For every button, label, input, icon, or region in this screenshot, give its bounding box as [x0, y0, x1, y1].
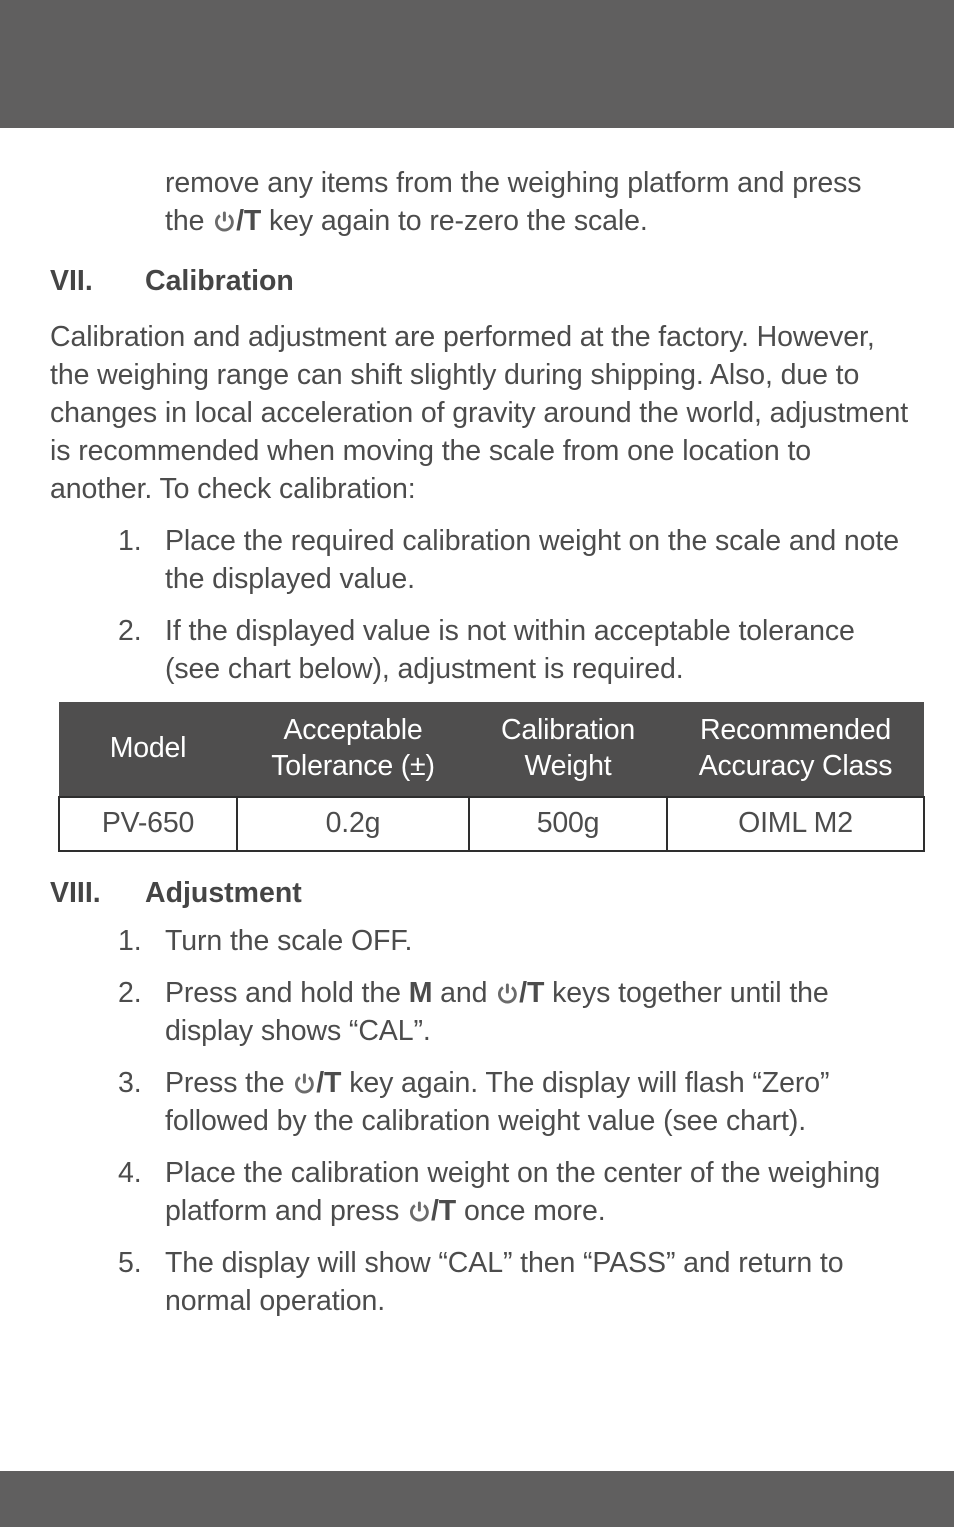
list-item-text: Place the calibration weight on the cent… — [165, 1154, 899, 1230]
table-cell-tolerance: 0.2g — [236, 796, 470, 852]
power-icon — [213, 210, 236, 233]
key-label: /T — [316, 1067, 342, 1099]
list-item: 5. The display will show “CAL” then “PASS… — [0, 1244, 899, 1320]
key-label: M — [408, 977, 433, 1009]
text-run: once more. — [456, 1195, 606, 1227]
list-item-text: Press the /T key again. The display will… — [165, 1064, 899, 1140]
text-run: Turn the scale OFF. — [165, 925, 413, 957]
table-cell-accuracy-class: OIML M2 — [666, 796, 925, 852]
continued-line-1: remove any items from the weighing platf… — [165, 167, 785, 199]
continued-line-2-after: key again to re-zero the scale. — [261, 205, 648, 237]
list-item-text: Turn the scale OFF. — [165, 922, 899, 960]
header-line-1: Acceptable — [283, 714, 423, 746]
text-run: Press and hold the — [165, 977, 409, 1009]
adjustment-steps-list: 1. Turn the scale OFF. 2. Press and hold th… — [0, 912, 954, 1320]
power-icon — [496, 982, 519, 1005]
table-header-cell-tolerance: Acceptable Tolerance (±) — [237, 702, 469, 797]
continued-paragraph: remove any items from the weighing platf… — [0, 128, 954, 240]
table-header-row: Model Acceptable Tolerance (±) Calibrati… — [59, 702, 924, 797]
list-item: 2. If the displayed value is not within … — [0, 612, 899, 688]
list-item-marker: 2. — [118, 615, 142, 647]
calibration-spec-table: Model Acceptable Tolerance (±) Calibrati… — [58, 702, 925, 852]
list-item: 4. Place the calibration weight on the ce… — [0, 1154, 899, 1244]
list-item-text: Place the required calibration weight on… — [165, 525, 900, 595]
section-heading-adjustment: VIII. Adjustment — [0, 852, 954, 912]
list-item: 3. Press the /T key again. The display wi… — [0, 1064, 899, 1154]
table-header-cell-accuracy-class: Recommended Accuracy Class — [667, 702, 924, 797]
list-item-text: If the displayed value is not within acc… — [165, 615, 855, 685]
list-item-marker: 5. — [118, 1247, 142, 1279]
list-item-text: The display will show “CAL” then “PASS” … — [165, 1244, 899, 1320]
table-header-cell-weight: Calibration Weight — [469, 702, 667, 797]
text-run: The display will show “CAL” then “PASS” … — [165, 1247, 844, 1317]
page-footer-band — [0, 1471, 954, 1527]
table-cell-model: PV-650 — [58, 796, 238, 852]
header-line-2: Tolerance (±) — [271, 750, 435, 782]
section-number: VIII. — [50, 877, 101, 909]
section-number: VII. — [50, 265, 93, 297]
list-item-marker: 1. — [118, 925, 142, 957]
key-label: /T — [430, 1195, 457, 1227]
text-run: and — [432, 977, 496, 1009]
list-item: 1. Turn the scale OFF. — [0, 922, 899, 974]
calibration-paragraph: Calibration and adjustment are performed… — [50, 321, 909, 505]
header-line-1: Calibration — [500, 714, 636, 746]
text-run: Press the — [165, 1067, 293, 1099]
page-content: remove any items from the weighing platf… — [0, 128, 954, 1320]
section-heading-calibration: VII. Calibration — [0, 240, 954, 300]
power-icon — [293, 1072, 316, 1095]
header-line-2: Weight — [524, 750, 612, 782]
calibration-table-wrapper: Model Acceptable Tolerance (±) Calibrati… — [0, 688, 954, 852]
table-row: PV-650 0.2g 500g OIML M2 — [58, 796, 925, 852]
list-item-marker: 3. — [118, 1067, 142, 1099]
list-item-marker: 2. — [118, 977, 142, 1009]
section-title: Adjustment — [145, 877, 302, 909]
list-item-marker: 1. — [118, 525, 142, 557]
calibration-steps-list: 1. Place the required calibration weight… — [0, 508, 954, 688]
header-line-1: Recommended — [699, 714, 892, 746]
continued-line-2-key: /T — [236, 205, 262, 237]
table-cell-weight: 500g — [468, 796, 668, 852]
list-item: 1. Place the required calibration weight… — [0, 522, 899, 612]
page-header-band — [0, 0, 954, 128]
list-item-text: Press and hold the M and /T keys togethe… — [165, 974, 899, 1050]
header-line-2: Accuracy Class — [698, 750, 893, 782]
table-header-cell-model: Model — [59, 702, 237, 797]
power-icon — [408, 1200, 431, 1223]
key-label: /T — [519, 977, 545, 1009]
section-title: Calibration — [145, 265, 294, 297]
header-line-1: Model — [109, 732, 187, 764]
list-item: 2. Press and hold the M and /T keys toget… — [0, 974, 899, 1064]
list-item-marker: 4. — [118, 1157, 142, 1189]
